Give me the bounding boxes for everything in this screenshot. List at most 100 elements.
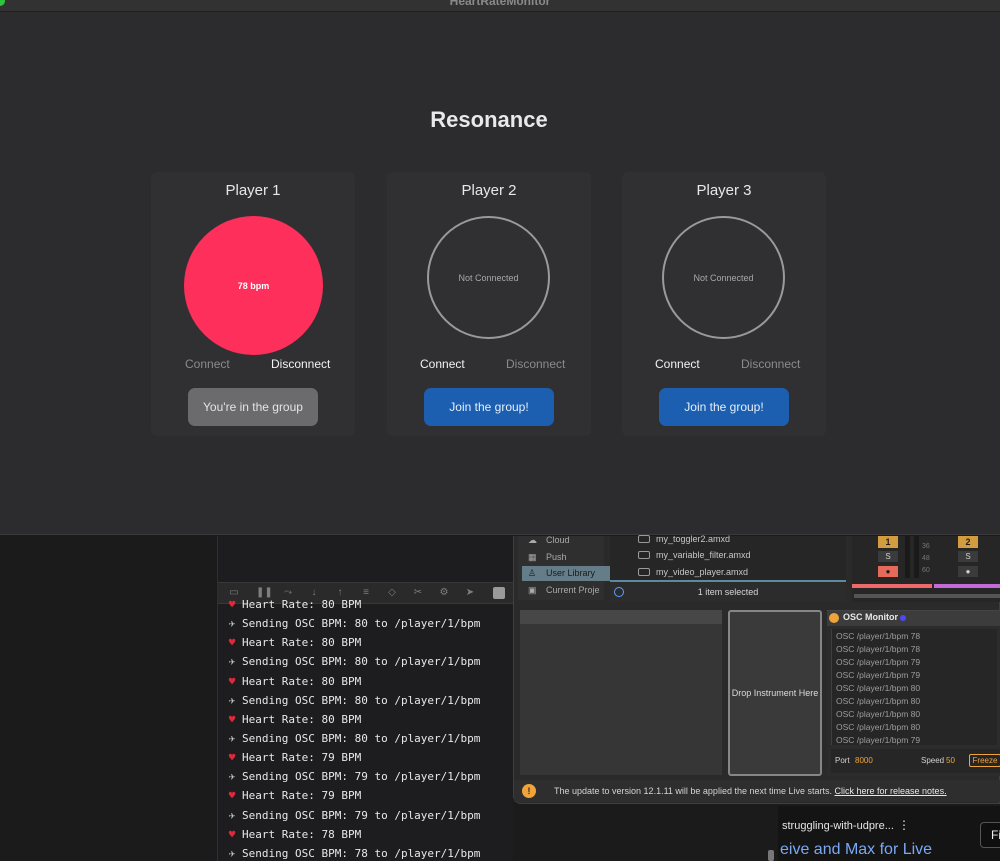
satellite-icon: ✈ — [228, 846, 236, 860]
video-link[interactable]: eive and Max for Live — [780, 841, 932, 859]
file-item[interactable]: my_toggler2.amxd — [638, 534, 730, 544]
console-line: ✈ Sending OSC BPM: 80 to /player/1/bpm — [222, 732, 514, 751]
update-message: The update to version 12.1.11 will be ap… — [554, 786, 832, 796]
join-group-button[interactable]: Join the group! — [659, 388, 789, 426]
arm-button-1[interactable]: ● — [878, 566, 898, 577]
console-line: ♥ Heart Rate: 78 BPM — [222, 828, 514, 847]
player-name: Player 3 — [696, 182, 752, 199]
heart-rate-circle: 78 bpm — [184, 216, 323, 355]
console-line-text: Sending OSC BPM: 80 to /player/1/bpm — [242, 617, 481, 631]
console-line: ♥ Heart Rate: 80 BPM — [222, 636, 514, 655]
osc-monitor-header: OSC Monitor — [827, 611, 1000, 626]
player-name: Player 1 — [225, 182, 281, 199]
file-list: my_toggler2.amxd my_variable_filter.amxd… — [610, 534, 846, 582]
player-name: Player 2 — [461, 182, 517, 199]
device-chain-header — [520, 610, 722, 624]
satellite-icon: ✈ — [228, 655, 236, 669]
push-icon: ▦ — [528, 552, 537, 562]
connect-link[interactable]: Connect — [655, 357, 700, 371]
connect-link[interactable]: Connect — [185, 357, 230, 371]
release-notes-link[interactable]: Click here for release notes. — [835, 786, 947, 796]
solo-button-2[interactable]: S — [958, 551, 978, 562]
console-panel: ▭ ❚❚ ⤳ ↓ ↑ ≡ ◇ ✂ ⚙ ➤ ♥ Heart Rate: 80 BPM… — [217, 536, 514, 861]
drop-instrument-zone[interactable]: Drop Instrument Here — [728, 610, 822, 776]
mixer-scrollbar[interactable] — [854, 594, 1000, 598]
browser-item-cloud[interactable]: ☁ Cloud — [522, 533, 610, 548]
device-power-button[interactable] — [829, 613, 839, 623]
ableton-live-window: ☁ Cloud ▦ Push ♙ User Library ▣ Current Proj… — [513, 533, 1000, 804]
file-item[interactable]: my_variable_filter.amxd — [638, 550, 751, 560]
app-heading: Resonance — [430, 107, 548, 132]
info-dot-icon — [614, 587, 624, 597]
console-line-text: Sending OSC BPM: 79 to /player/1/bpm — [242, 808, 481, 822]
track-number-1[interactable]: 1 — [878, 536, 898, 548]
device-file-icon — [638, 535, 650, 543]
arm-button-2[interactable]: ● — [958, 566, 978, 577]
console-line-text: Heart Rate: 79 BPM — [242, 751, 362, 765]
heart-icon: ♥ — [228, 674, 236, 688]
file-item[interactable]: my_video_player.amxd — [638, 567, 749, 577]
browser-item-user-library[interactable]: ♙ User Library — [522, 566, 610, 581]
satellite-icon: ✈ — [228, 693, 236, 707]
console-line-text: Heart Rate: 79 BPM — [242, 789, 362, 803]
scrollbar-thumb[interactable] — [768, 850, 774, 861]
console-line: ♥ Heart Rate: 80 BPM — [222, 598, 514, 617]
heart-icon: ♥ — [228, 751, 236, 765]
disconnect-link[interactable]: Disconnect — [741, 357, 800, 371]
osc-log-line: OSC /player/1/bpm 78 — [836, 644, 921, 654]
player-card-3: Player 3 Not Connected Connect Disconnec… — [622, 172, 826, 436]
port-value[interactable]: 8000 — [855, 756, 873, 765]
console-line-text: Heart Rate: 80 BPM — [242, 712, 362, 726]
freeze-button[interactable]: Freeze — [969, 754, 1000, 767]
connect-link[interactable]: Connect — [420, 357, 465, 371]
volume-meter-1 — [905, 536, 910, 578]
disconnect-link[interactable]: Disconnect — [271, 357, 330, 371]
device-file-icon — [638, 568, 650, 576]
device-file-icon — [638, 551, 650, 559]
heart-icon: ♥ — [228, 789, 236, 803]
heart-icon: ♥ — [228, 827, 236, 841]
track-number-2[interactable]: 2 — [958, 536, 978, 548]
bpm-readout: 78 bpm — [237, 280, 270, 291]
console-line-text: Sending OSC BPM: 80 to /player/1/bpm — [242, 655, 481, 669]
browser-item-push[interactable]: ▦ Push — [522, 550, 610, 565]
player-card-1: Player 1 78 bpm Connect Disconnect You'r… — [151, 172, 355, 436]
disconnect-link[interactable]: Disconnect — [506, 357, 565, 371]
meter-scale: 48 — [922, 555, 930, 562]
console-line-text: Heart Rate: 78 BPM — [242, 827, 362, 841]
window-title: HeartRateMonitor — [449, 0, 551, 8]
video-action-button[interactable]: Fi — [980, 822, 1000, 848]
console-line-text: Sending OSC BPM: 80 to /player/1/bpm — [242, 693, 481, 707]
console-line-text: Heart Rate: 80 BPM — [242, 636, 362, 650]
player-card-2: Player 2 Not Connected Connect Disconnec… — [387, 172, 591, 436]
video-title[interactable]: struggling-with-udpre... — [782, 820, 894, 832]
in-group-button[interactable]: You're in the group — [188, 388, 318, 426]
drop-instrument-label: Drop Instrument Here — [731, 688, 819, 698]
console-line-text: Heart Rate: 80 BPM — [242, 598, 362, 611]
browser-item-current-project[interactable]: ▣ Current Proje — [522, 583, 610, 598]
console-line: ✈ Sending OSC BPM: 80 to /player/1/bpm — [222, 694, 514, 713]
device-chain-area — [520, 610, 722, 775]
console-line: ♥ Heart Rate: 80 BPM — [222, 675, 514, 694]
osc-log-line: OSC /player/1/bpm 80 — [836, 709, 921, 719]
browser-item-label: Push — [546, 552, 567, 562]
heart-rate-circle: Not Connected — [427, 216, 550, 339]
console-line: ♥ Heart Rate: 79 BPM — [222, 751, 514, 770]
osc-log-line: OSC /player/1/bpm 79 — [836, 735, 921, 745]
heart-icon: ♥ — [228, 598, 236, 611]
file-name: my_video_player.amxd — [656, 567, 749, 577]
update-notification: ! The update to version 12.1.11 will be … — [514, 780, 1000, 802]
file-name: my_variable_filter.amxd — [656, 550, 751, 560]
satellite-icon: ✈ — [228, 617, 236, 631]
join-group-button[interactable]: Join the group! — [424, 388, 554, 426]
satellite-icon: ✈ — [228, 770, 236, 784]
osc-monitor-title: OSC Monitor — [843, 612, 898, 622]
heart-icon: ♥ — [228, 712, 236, 726]
speed-value[interactable]: 50 — [946, 756, 955, 765]
console-line: ✈ Sending OSC BPM: 80 to /player/1/bpm — [222, 617, 514, 636]
cloud-icon: ☁ — [528, 535, 537, 545]
console-line: ✈ Sending OSC BPM: 78 to /player/1/bpm — [222, 847, 514, 861]
console-line-text: Sending OSC BPM: 80 to /player/1/bpm — [242, 731, 481, 745]
more-options-icon[interactable]: ⋮ — [898, 818, 910, 832]
solo-button-1[interactable]: S — [878, 551, 898, 562]
